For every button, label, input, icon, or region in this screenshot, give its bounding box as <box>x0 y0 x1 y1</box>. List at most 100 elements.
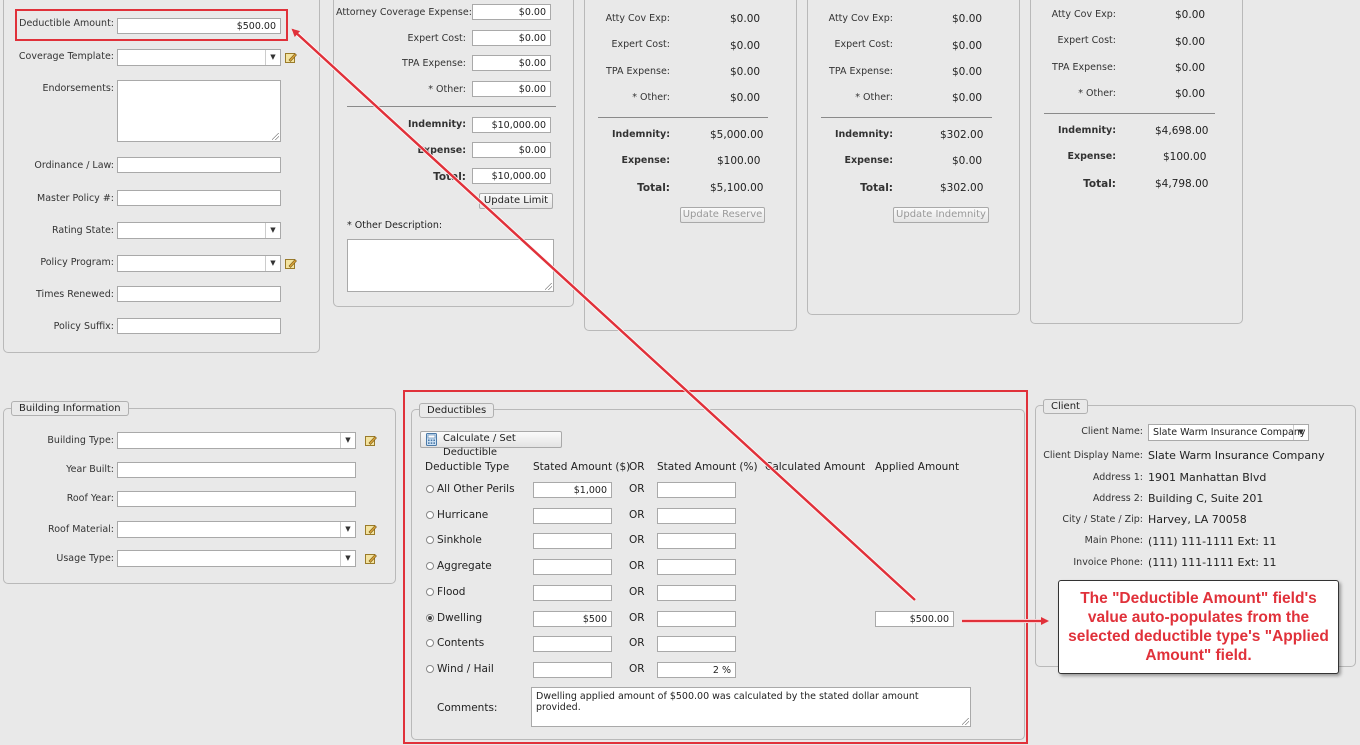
atty-cov-label: Atty Cov Exp: <box>828 13 893 24</box>
year-built-label: Year Built: <box>66 464 114 475</box>
remaining-panel <box>1030 0 1243 324</box>
or-label: OR <box>629 663 645 675</box>
indemnity-limit-input[interactable]: $10,000.00 <box>472 117 551 133</box>
stated-percent-input[interactable] <box>657 482 736 498</box>
total-limit-input[interactable]: $10,000.00 <box>472 168 551 184</box>
stated-percent-input[interactable] <box>657 533 736 549</box>
stated-amount-input[interactable] <box>533 662 612 678</box>
client-name-select[interactable]: Slate Warm Insurance Company ▼ <box>1148 424 1309 441</box>
update-limit-button[interactable]: Update Limit <box>479 193 553 209</box>
resize-handle-icon[interactable] <box>545 283 552 290</box>
stated-percent-input[interactable] <box>657 559 736 575</box>
indemnity-value: $5,000.00 <box>710 129 764 141</box>
callout-text: The "Deductible Amount" field's value au… <box>1068 590 1329 664</box>
divider <box>821 117 992 118</box>
stated-amount-input[interactable] <box>533 559 612 575</box>
client-name-value: Slate Warm Insurance Company <box>1153 427 1306 438</box>
col-stated-amount: Stated Amount ($) <box>533 461 631 473</box>
update-indemnity-button[interactable]: Update Indemnity <box>893 207 989 223</box>
deductible-type-label: Wind / Hail <box>437 663 494 675</box>
atty-cov-label: Atty Cov Exp: <box>1051 9 1116 20</box>
deductible-type-radio[interactable] <box>426 665 434 673</box>
deductible-type-radio[interactable] <box>426 485 434 493</box>
stated-percent-input[interactable]: 2 % <box>657 662 736 678</box>
expert-cost-input[interactable]: $0.00 <box>472 30 551 46</box>
deductible-type-radio[interactable] <box>426 639 434 647</box>
col-stated-pct: Stated Amount (%) <box>657 461 758 473</box>
deductible-type-radio[interactable] <box>426 536 434 544</box>
expert-cost-label: Expert Cost: <box>1057 35 1116 46</box>
deductible-type-radio[interactable] <box>426 588 434 596</box>
edit-icon[interactable] <box>365 524 377 535</box>
other-value: $0.00 <box>730 92 761 104</box>
city-state-zip-label: City / State / Zip: <box>1062 514 1143 525</box>
stated-amount-input[interactable]: $500 <box>533 611 612 627</box>
deductible-type-label: Contents <box>437 637 485 649</box>
indemnity-label: Indemnity: <box>612 129 670 140</box>
edit-icon[interactable] <box>285 258 297 269</box>
applied-amount-input[interactable]: $500.00 <box>875 611 954 627</box>
stated-amount-input[interactable] <box>533 508 612 524</box>
usage-type-select[interactable]: ▼ <box>117 550 356 567</box>
other-description-label: * Other Description: <box>347 220 443 231</box>
other-expense-input[interactable]: $0.00 <box>472 81 551 97</box>
stated-amount-input[interactable] <box>533 533 612 549</box>
divider <box>1044 113 1215 114</box>
calculate-deductible-button[interactable]: Calculate / Set Deductible <box>420 431 562 458</box>
stated-percent-input[interactable] <box>657 508 736 524</box>
deductible-type-radio[interactable] <box>426 562 434 570</box>
comments-textarea[interactable]: Dwelling applied amount of $500.00 was c… <box>531 687 971 727</box>
deductible-type-radio[interactable] <box>426 511 434 519</box>
indemnity-label: Indemnity: <box>1058 125 1116 136</box>
total-label: Total: <box>860 182 893 194</box>
times-renewed-input[interactable] <box>117 286 281 302</box>
edit-icon[interactable] <box>365 553 377 564</box>
edit-icon[interactable] <box>285 52 297 63</box>
or-label: OR <box>629 637 645 649</box>
stated-percent-input[interactable] <box>657 636 736 652</box>
stated-percent-input[interactable] <box>657 585 736 601</box>
expert-cost-label: Expert Cost: <box>611 39 670 50</box>
roof-year-input[interactable] <box>117 491 356 507</box>
year-built-input[interactable] <box>117 462 356 478</box>
attorney-expense-input[interactable]: $0.00 <box>472 4 551 20</box>
resize-handle-icon[interactable] <box>272 133 279 140</box>
policy-program-select[interactable]: ▼ <box>117 255 281 272</box>
stated-percent-input[interactable] <box>657 611 736 627</box>
total-value: $4,798.00 <box>1155 178 1209 190</box>
total-value: $302.00 <box>940 182 984 194</box>
tpa-expense-label: TPA Expense: <box>402 58 466 69</box>
or-label: OR <box>629 509 645 521</box>
endorsements-textarea[interactable] <box>117 80 281 142</box>
ordinance-law-input[interactable] <box>117 157 281 173</box>
expense-label: Expense: <box>621 155 670 166</box>
update-reserve-button[interactable]: Update Reserve <box>680 207 765 223</box>
main-phone-value: (111) 111-1111 Ext: 11 <box>1148 535 1277 548</box>
other-label: * Other: <box>1078 88 1116 99</box>
policy-suffix-input[interactable] <box>117 318 281 334</box>
times-renewed-label: Times Renewed: <box>36 289 114 300</box>
stated-amount-input[interactable] <box>533 636 612 652</box>
expense-limit-input[interactable]: $0.00 <box>472 142 551 158</box>
edit-icon[interactable] <box>365 435 377 446</box>
invoice-phone-value: (111) 111-1111 Ext: 11 <box>1148 556 1277 569</box>
or-label: OR <box>629 483 645 495</box>
building-type-select[interactable]: ▼ <box>117 432 356 449</box>
roof-material-select[interactable]: ▼ <box>117 521 356 538</box>
stated-amount-input[interactable]: $1,000 <box>533 482 612 498</box>
coverage-template-select[interactable]: ▼ <box>117 49 281 66</box>
annotation-callout: The "Deductible Amount" field's value au… <box>1058 580 1339 674</box>
other-description-textarea[interactable] <box>347 239 554 292</box>
chevron-down-icon: ▼ <box>265 256 280 271</box>
resize-handle-icon[interactable] <box>962 718 969 725</box>
master-policy-input[interactable] <box>117 190 281 206</box>
rating-state-select[interactable]: ▼ <box>117 222 281 239</box>
deductible-type-radio[interactable] <box>426 614 434 622</box>
stated-amount-input[interactable] <box>533 585 612 601</box>
atty-cov-value: $0.00 <box>1175 9 1206 21</box>
total-value: $5,100.00 <box>710 182 764 194</box>
tpa-expense-label: TPA Expense: <box>1052 62 1116 73</box>
comments-label: Comments: <box>437 702 498 714</box>
city-state-zip-value: Harvey, LA 70058 <box>1148 513 1247 526</box>
tpa-expense-input[interactable]: $0.00 <box>472 55 551 71</box>
